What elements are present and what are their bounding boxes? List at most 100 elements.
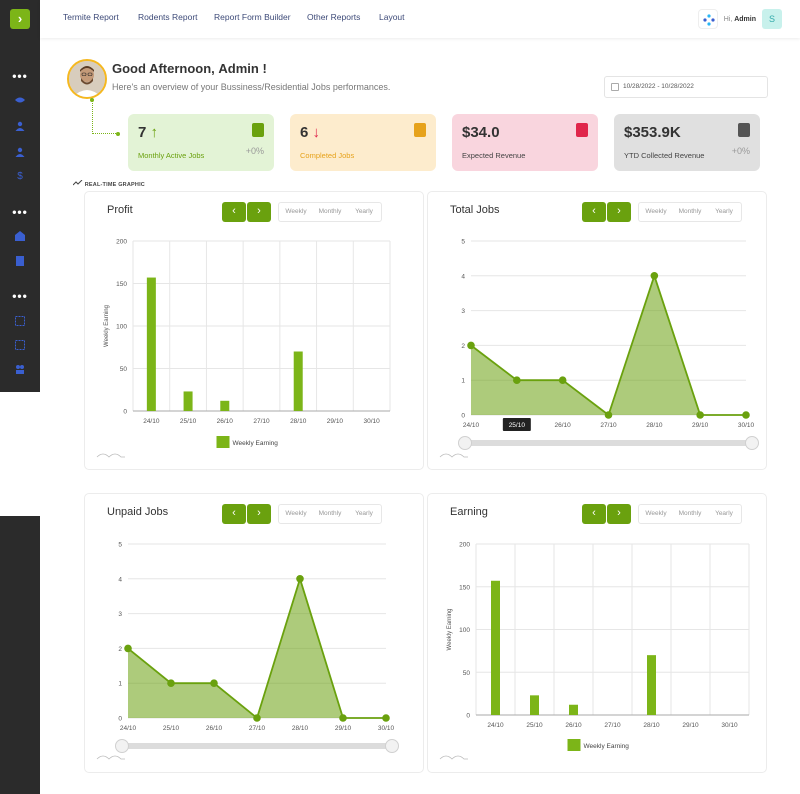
stat-card-monthly-active-jobs[interactable]: 7 ↑ Monthly Active Jobs +0%	[128, 114, 274, 171]
nav-other-reports[interactable]: Other Reports	[307, 12, 360, 22]
book-icon[interactable]	[15, 256, 25, 266]
nav-termite-report[interactable]: Termite Report	[63, 12, 119, 22]
home-icon[interactable]	[15, 231, 25, 241]
nav-rodents-report[interactable]: Rodents Report	[138, 12, 198, 22]
dollar-icon[interactable]: $	[15, 170, 25, 180]
stat-label: YTD Collected Revenue	[624, 151, 705, 160]
range-slider-handle	[745, 436, 759, 450]
y-tick-label: 3	[118, 611, 122, 618]
x-tick-label: 28/10	[646, 422, 663, 429]
y-tick-label: 5	[461, 239, 465, 246]
data-point	[167, 679, 175, 687]
y-tick-label: 150	[459, 584, 470, 591]
x-tick-label: 29/10	[327, 418, 344, 425]
data-point	[558, 376, 567, 384]
stat-label: Expected Revenue	[462, 151, 526, 160]
y-tick-label: 4	[118, 576, 122, 583]
stat-value: $353.9K	[624, 124, 681, 141]
calendar-icon	[611, 83, 619, 91]
y-tick-label: 2	[118, 646, 122, 653]
earning-card: Earning ‹ › Weekly Monthly Yearly 0 50 100…	[427, 493, 767, 773]
x-tick-label: 29/10	[682, 722, 699, 729]
x-tick-label: 29/10	[692, 422, 709, 429]
eye-icon[interactable]	[15, 95, 25, 105]
range-slider-track	[122, 743, 392, 749]
data-point	[296, 575, 304, 583]
more-icon[interactable]: •••	[0, 206, 40, 218]
grid-icon[interactable]	[15, 340, 25, 350]
trend-icon	[72, 179, 83, 186]
legend-label: Weekly Earning	[584, 743, 630, 750]
sidebar: › ••• $ ••• •••	[0, 0, 40, 392]
stat-card-expected-revenue[interactable]: $34.0 Expected Revenue	[452, 114, 598, 171]
x-tick-label: 30/10	[738, 422, 755, 429]
y-tick-label: 50	[120, 366, 128, 373]
data-point	[650, 272, 659, 280]
x-tick-label: 30/10	[721, 722, 738, 729]
data-point	[513, 376, 521, 384]
bar	[220, 400, 230, 411]
y-axis-label: Weekly Earning	[104, 305, 110, 347]
x-tick-label: 27/10	[253, 418, 270, 425]
data-point	[339, 714, 347, 722]
y-tick-label: 1	[461, 378, 465, 385]
users-icon[interactable]	[15, 364, 25, 374]
data-point	[467, 341, 475, 350]
stat-percentage: +0%	[731, 146, 750, 156]
more-icon[interactable]: •••	[0, 290, 40, 302]
wave-icon	[96, 453, 125, 458]
range-slider-track	[465, 440, 752, 446]
stat-card-completed-jobs[interactable]: 6 ↓ Completed Jobs	[290, 114, 436, 171]
y-tick-label: 0	[123, 409, 127, 416]
clipboard-icon	[252, 123, 264, 137]
more-icon[interactable]: •••	[0, 70, 40, 82]
total-jobs-card: Total Jobs ‹ › Weekly Monthly Yearly 012…	[427, 191, 767, 470]
y-axis-label: Weekly Earning	[447, 609, 453, 651]
user-icon[interactable]	[15, 147, 25, 157]
grid-icon[interactable]	[15, 316, 25, 326]
data-point	[253, 714, 261, 722]
stat-label: Completed Jobs	[300, 151, 355, 160]
x-tick-label: 25/10	[163, 725, 180, 732]
page-title: Good Afternoon, Admin !	[112, 61, 267, 76]
clipboard-icon	[738, 123, 750, 137]
bar	[569, 704, 578, 715]
logo-icon[interactable]: ›	[10, 9, 30, 29]
user-menu: Hi, Admin S	[697, 8, 782, 30]
nav-report-form-builder[interactable]: Report Form Builder	[214, 12, 291, 22]
x-tick-label: 24/10	[487, 722, 504, 729]
date-range-picker[interactable]: 10/28/2022 - 10/28/2022	[604, 76, 768, 98]
stat-value: 7 ↑	[138, 124, 159, 141]
bar	[146, 277, 156, 411]
svg-text:$: $	[17, 171, 23, 180]
y-tick-label: 100	[459, 627, 470, 634]
user-greeting: Hi, Admin	[723, 15, 756, 23]
unpaid-jobs-chart: 0 1 2 3 4 5 24/10 25/10 26/10 27/10 28/10 29/10 30/1…	[96, 542, 399, 760]
bar	[183, 391, 193, 411]
range-slider-handle	[458, 436, 472, 450]
y-tick-label: 50	[463, 670, 471, 677]
profile-avatar	[67, 59, 107, 99]
bar	[530, 695, 539, 715]
x-tick-label: 26/10	[565, 722, 582, 729]
x-tick-label: 25/10	[180, 418, 197, 425]
data-point	[742, 411, 750, 419]
x-tick-label: 25/10	[526, 722, 543, 729]
bar	[491, 580, 500, 715]
range-slider-handle	[385, 739, 399, 753]
y-tick-label: 200	[459, 542, 470, 549]
stat-value: 6 ↓	[300, 124, 321, 141]
realtime-label: REAL-TIME GRAPHIC	[72, 179, 145, 188]
x-tick-label: 29/10	[335, 725, 352, 732]
wave-icon	[96, 755, 125, 760]
user-icon[interactable]	[15, 121, 25, 131]
settings-icon[interactable]	[697, 9, 718, 29]
data-point	[210, 679, 218, 687]
nav-layout[interactable]: Layout	[379, 12, 405, 22]
stat-percentage: +0%	[245, 146, 264, 156]
x-tick-label: 28/10	[643, 722, 660, 729]
connector-dot	[116, 132, 120, 136]
legend-swatch	[567, 739, 581, 751]
stat-card-ytd-collected-revenue[interactable]: $353.9K YTD Collected Revenue +0%	[614, 114, 760, 171]
avatar[interactable]: S	[762, 9, 782, 29]
